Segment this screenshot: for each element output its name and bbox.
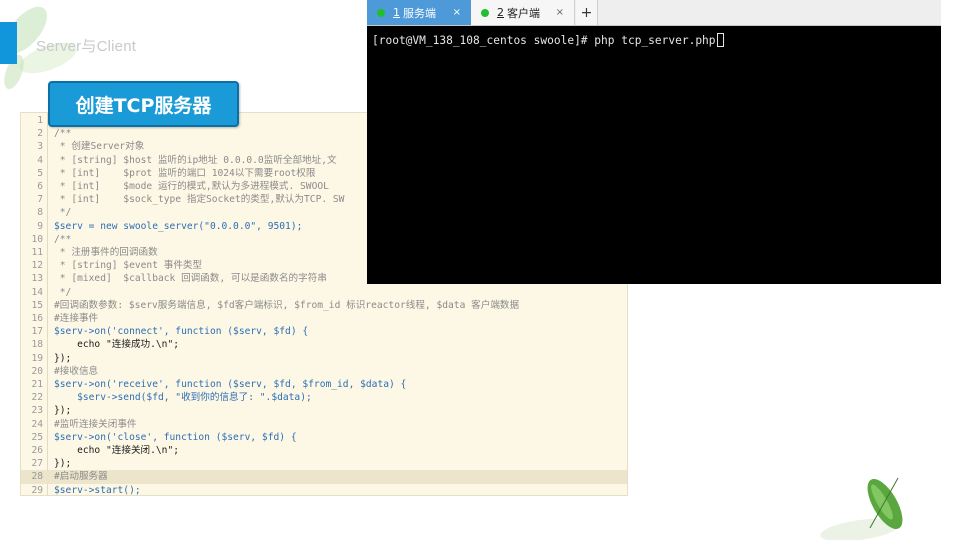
slide-accent-bar (0, 22, 17, 64)
code-line: 29 $serv->start(); (21, 484, 627, 496)
line-number: 15 (31, 299, 43, 311)
code-text: * 注册事件的回调函数 (54, 247, 158, 258)
tab-number: 2 (497, 6, 504, 19)
code-text: * [int] $mode 运行的模式,默认为多进程模式. SWOOL (54, 181, 329, 192)
code-line: 21 $serv->on('receive', function ($serv, … (21, 378, 627, 391)
line-number: 22 (31, 392, 43, 404)
close-icon[interactable]: × (453, 7, 461, 18)
terminal-window: 1 服务端 × 2 客户端 × + [root@VM_138_108_cento… (367, 0, 941, 284)
line-number: 7 (37, 194, 43, 206)
line-number: 16 (31, 313, 43, 324)
line-number: 24 (31, 418, 43, 430)
terminal-output[interactable]: [root@VM_138_108_centos swoole]# php tcp… (367, 26, 941, 284)
status-dot-icon (377, 8, 385, 17)
code-text: $serv = new swoole_server("0.0.0.0", 950… (54, 220, 303, 232)
code-text: * [string] $event 事件类型 (54, 260, 203, 272)
line-number: 5 (37, 167, 43, 179)
terminal-tab-bar: 1 服务端 × 2 客户端 × + (367, 0, 941, 26)
code-line: 18 echo "连接成功.\n"; (21, 338, 627, 351)
code-line: 24 #监听连接关闭事件 (21, 418, 627, 431)
line-number: 23 (31, 405, 43, 417)
code-text: $serv->start(); (54, 484, 141, 496)
terminal-command: php tcp_server.php (594, 33, 716, 47)
code-text: }); (54, 405, 72, 417)
status-dot-icon (481, 8, 489, 17)
code-line: 28 #启动服务器 (21, 470, 627, 484)
code-text: echo "连接关闭.\n"; (54, 445, 180, 456)
code-line: 20 #接收信息 (21, 365, 627, 378)
tab-client[interactable]: 2 客户端 × (471, 0, 575, 25)
code-line: 27}); (21, 457, 627, 470)
code-text: #启动服务器 (54, 471, 108, 483)
terminal-cursor (716, 33, 724, 47)
code-text: * [int] $sock_type 指定Socket的类型,默认为TCP. S… (54, 194, 345, 206)
line-number: 26 (31, 445, 43, 456)
code-text: #监听连接关闭事件 (54, 418, 137, 430)
line-number: 17 (31, 326, 43, 338)
line-number: 10 (31, 233, 43, 245)
code-text: */ (54, 207, 72, 219)
line-number: 14 (31, 286, 43, 298)
code-text: $serv->on('close', function ($serv, $fd)… (54, 431, 297, 443)
slide-title: 创建TCP服务器 (48, 81, 239, 127)
code-line: 26 echo "连接关闭.\n"; (21, 444, 627, 457)
code-text: #回调函数参数: $serv服务端信息, $fd客户端标识, $from_id … (54, 299, 520, 311)
code-text: * [mixed] $callback 回调函数, 可以是函数名的字符串 (54, 273, 327, 285)
code-text: #连接事件 (54, 313, 99, 324)
line-number: 18 (31, 339, 43, 351)
line-number: 6 (37, 181, 43, 192)
code-text: $serv->send($fd, "收到你的信息了: ".$data); (54, 392, 312, 404)
code-text: }); (54, 352, 72, 364)
code-line: 15 #回调函数参数: $serv服务端信息, $fd客户端标识, $from_i… (21, 299, 627, 312)
tab-server[interactable]: 1 服务端 × (367, 0, 471, 25)
code-text: echo "连接成功.\n"; (54, 339, 180, 351)
line-number: 25 (31, 431, 43, 443)
line-number: 9 (37, 220, 43, 232)
line-number: 27 (31, 458, 43, 470)
line-number: 4 (37, 154, 43, 166)
code-text: * [string] $host 监听的ip地址 0.0.0.0监听全部地址,文 (54, 154, 337, 166)
code-text: $serv->on('connect', function ($serv, $f… (54, 326, 309, 338)
code-text: * [int] $prot 监听的端口 1024以下需要root权限 (54, 167, 316, 179)
line-number: 1 (37, 115, 43, 126)
line-number: 28 (31, 471, 43, 483)
code-line: 19}); (21, 352, 627, 365)
line-number: 12 (31, 260, 43, 272)
tab-number: 1 (393, 6, 400, 19)
code-line: 22 $serv->send($fd, "收到你的信息了: ".$data); (21, 391, 627, 404)
close-icon[interactable]: × (556, 7, 564, 18)
code-line: 25 $serv->on('close', function ($serv, $f… (21, 431, 627, 444)
code-text: */ (54, 286, 72, 298)
add-tab-button[interactable]: + (576, 0, 598, 25)
line-number: 19 (31, 352, 43, 364)
code-text: #接收信息 (54, 365, 99, 377)
code-line: 23}); (21, 404, 627, 417)
line-number: 2 (37, 128, 43, 140)
slide-header: Server与Client (36, 38, 137, 55)
code-text: /** (54, 128, 72, 140)
line-number: 29 (31, 484, 43, 496)
tab-label: 客户端 (507, 6, 540, 20)
code-line: 14 */ (21, 286, 627, 299)
code-line: 16 #连接事件 (21, 312, 627, 325)
terminal-prompt: [root@VM_138_108_centos swoole]# (372, 33, 595, 47)
terminal-prompt-line: [root@VM_138_108_centos swoole]# php tcp… (372, 33, 724, 47)
line-number: 13 (31, 273, 43, 285)
line-number: 3 (37, 141, 43, 153)
tab-label: 服务端 (403, 6, 436, 20)
line-number: 8 (37, 207, 43, 219)
code-text: * 创建Server对象 (54, 141, 145, 153)
leaf-decoration-right (867, 477, 903, 529)
code-line: 17 $serv->on('connect', function ($serv, … (21, 325, 627, 338)
line-number: 11 (31, 247, 43, 258)
code-text: }); (54, 458, 72, 470)
code-text: /** (54, 233, 72, 245)
code-text: $serv->on('receive', function ($serv, $f… (54, 379, 407, 390)
line-number: 21 (31, 379, 43, 390)
line-number: 20 (31, 365, 43, 377)
